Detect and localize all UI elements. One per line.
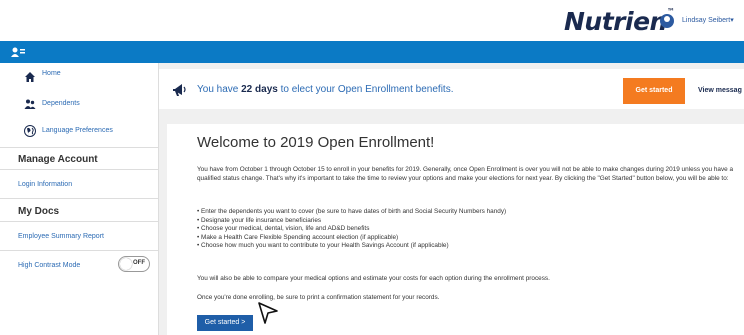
list-item: • Choose your medical, dental, vision, l…: [197, 225, 370, 233]
get-started-button[interactable]: Get started >: [197, 315, 253, 331]
compare-paragraph: You will also be able to compare your me…: [197, 275, 550, 282]
sidebar-item-label: Language Preferences: [42, 127, 113, 134]
my-docs-heading: My Docs: [18, 206, 60, 217]
benefits-list: • Enter the dependents you want to cover…: [197, 208, 506, 251]
people-icon: [24, 99, 36, 109]
globe-icon: [24, 125, 36, 137]
manage-account-heading: Manage Account: [18, 154, 98, 165]
toggle-knob: [120, 258, 132, 270]
enrollment-notice: You have 22 days to elect your Open Enro…: [159, 69, 744, 109]
home-icon: [25, 72, 35, 82]
sidebar: Home Dependents Language Preferences Man…: [0, 63, 159, 335]
sidebar-item-label: Home: [42, 70, 61, 77]
days-remaining: 22 days: [241, 84, 278, 95]
get-started-button-top[interactable]: Get started: [623, 78, 685, 104]
main-content: You have 22 days to elect your Open Enro…: [159, 63, 744, 335]
welcome-card: Welcome to 2019 Open Enrollment! You hav…: [167, 124, 744, 335]
list-item: • Enter the dependents you want to cover…: [197, 208, 507, 215]
divider: [0, 250, 158, 251]
user-menu[interactable]: Lindsay Seibert▾: [682, 16, 734, 24]
print-paragraph: Once you're done enrolling, be sure to p…: [197, 294, 440, 301]
nutrien-logo[interactable]: Nutrien™: [564, 7, 675, 36]
mouse-cursor-icon: [258, 302, 278, 324]
view-messages-link[interactable]: View messag: [698, 87, 742, 94]
list-item: • Designate your life insurance benefici…: [197, 216, 322, 224]
divider: [0, 198, 158, 199]
high-contrast-toggle[interactable]: OFF: [118, 256, 150, 272]
sidebar-item-language-preferences[interactable]: Language Preferences: [0, 121, 158, 143]
list-item: • Choose how much you want to contribute…: [197, 242, 449, 250]
divider: [0, 169, 158, 170]
user-avatar-icon[interactable]: [660, 14, 674, 28]
megaphone-icon: [173, 84, 186, 96]
sidebar-item-home[interactable]: Home: [0, 67, 158, 89]
page-title: Welcome to 2019 Open Enrollment!: [197, 134, 435, 151]
list-item: • Make a Health Care Flexible Spending a…: [197, 233, 399, 241]
top-header: Nutrien™ Lindsay Seibert▾: [0, 0, 744, 42]
sidebar-item-label: Dependents: [42, 100, 80, 107]
login-information-link[interactable]: Login Information: [18, 181, 72, 188]
toggle-state: OFF: [133, 260, 145, 266]
high-contrast-label: High Contrast Mode: [18, 262, 81, 269]
chevron-down-icon: ▾: [730, 17, 734, 24]
intro-paragraph: You have from October 1 through October …: [197, 166, 734, 182]
notice-text: You have 22 days to elect your Open Enro…: [197, 84, 454, 95]
divider: [0, 147, 158, 148]
nav-bar: [0, 41, 744, 63]
divider: [0, 221, 158, 222]
employee-summary-report-link[interactable]: Employee Summary Report: [18, 233, 104, 240]
sidebar-item-dependents[interactable]: Dependents: [0, 94, 158, 116]
user-list-icon[interactable]: [11, 46, 25, 58]
user-name: Lindsay Seibert: [682, 17, 731, 24]
